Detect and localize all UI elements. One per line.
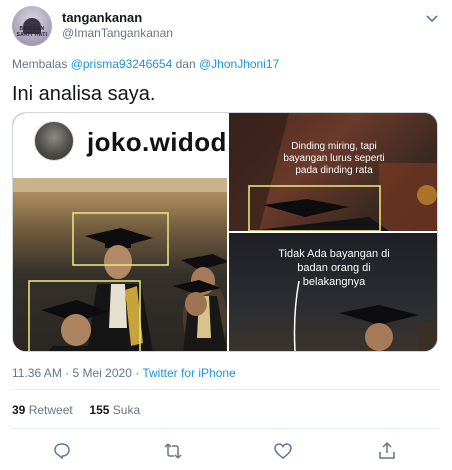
tweet-text: Ini analisa saya. [12,83,156,105]
like-stat[interactable]: 155 Suka [89,403,140,417]
tweet-media[interactable]: joko.widodo_ Dinding miring, tapi bayang… [12,112,438,352]
media-panel-left: joko.widodo_ [13,113,258,351]
tweet-stats: 39 Retweet 155 Suka [12,403,140,417]
reply-conjunction: dan [175,57,196,71]
tweet-date[interactable]: 5 Mei 2020 [73,366,132,380]
tweet-meta: 11.36 AM · 5 Mei 2020 · Twitter for iPho… [12,366,236,380]
annotation-shadow-line-1: Tidak Ada bayangan di [278,248,390,260]
retweet-stat[interactable]: 39 Retweet [12,403,73,417]
author-display-name[interactable]: tangankanan [62,10,142,25]
reply-prefix: Membalas [12,57,68,71]
instagram-header: joko.widodo_ [13,113,258,178]
tweet-source[interactable]: Twitter for iPhone [142,366,235,380]
chevron-down-icon[interactable] [425,12,439,24]
retweet-label: Retweet [28,403,73,417]
divider [12,389,440,390]
author-handle[interactable]: @ImanTangankanan [62,26,173,40]
graduation-photo [13,178,227,351]
tweet: BARISAN SAKIT HATI tangankanan @ImanTang… [0,0,452,470]
media-panel-top-right: Dinding miring, tapi bayangan lurus sepe… [229,113,437,231]
annotation-wall-line-2: bayangan lurus seperti [283,153,385,164]
mention-link-2[interactable]: @JhonJhoni17 [199,57,279,71]
media-panel-bottom-right: Tidak Ada bayangan di badan orang di bel… [229,233,437,351]
author-avatar[interactable]: BARISAN SAKIT HATI [12,6,52,46]
annotation-shadow-line-2: badan orang di [297,262,371,274]
tweet-time[interactable]: 11.36 AM [12,366,62,380]
annotation-shadow: Tidak Ada bayangan di badan orang di bel… [229,247,437,289]
graduates-illustration [28,212,227,351]
like-icon[interactable] [273,441,293,461]
like-label: Suka [112,403,141,417]
avatar-text: BARISAN SAKIT HATI [16,26,48,38]
share-icon[interactable] [377,441,397,461]
divider [12,428,440,429]
meta-separator: · [65,366,70,380]
annotation-wall: Dinding miring, tapi bayangan lurus sepe… [229,141,437,177]
retweet-icon[interactable] [163,441,183,461]
reply-context: Membalas @prisma93246654 dan @JhonJhoni1… [12,57,279,71]
retweet-count: 39 [12,403,26,417]
annotation-shadow-line-3: belakangnya [302,276,366,288]
annotation-wall-line-3: pada dinding rata [295,165,373,176]
annotation-wall-line-1: Dinding miring, tapi [291,141,377,152]
reply-icon[interactable] [52,441,72,461]
like-count: 155 [89,403,110,417]
mention-link-1[interactable]: @prisma93246654 [71,57,173,71]
meta-separator-2: · [135,366,140,380]
instagram-avatar [34,121,74,161]
